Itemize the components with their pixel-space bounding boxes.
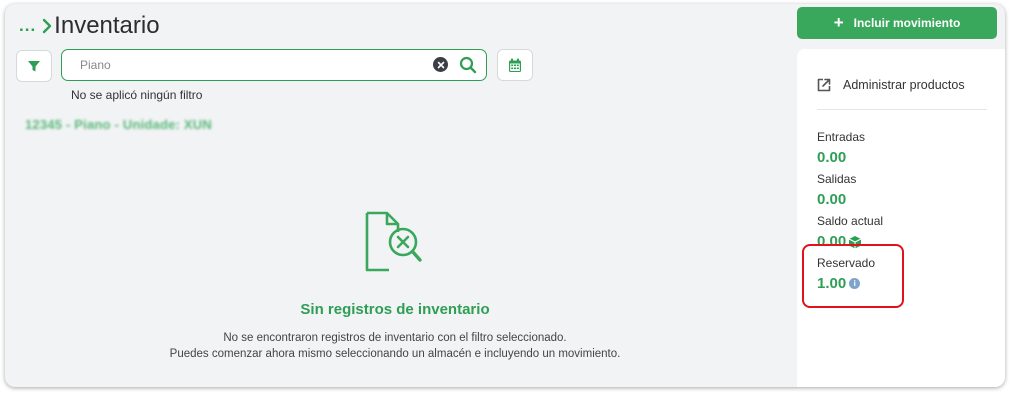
search-icon[interactable] bbox=[458, 55, 478, 75]
clear-icon[interactable] bbox=[433, 57, 448, 72]
reservado-highlight bbox=[802, 244, 904, 308]
filter-button[interactable] bbox=[16, 50, 52, 82]
side-panel: Administrar productos Entradas 0.00 Sali… bbox=[797, 49, 1005, 387]
external-link-icon bbox=[817, 78, 831, 92]
add-movement-button[interactable]: + Incluir movimiento bbox=[797, 7, 997, 39]
divider bbox=[817, 109, 987, 110]
inventory-window: ... Inventario Piano No se aplicó ningún… bbox=[5, 4, 1005, 387]
add-movement-label: Incluir movimiento bbox=[853, 16, 961, 30]
empty-state-description: No se encontraron registros de inventari… bbox=[5, 330, 785, 362]
entradas-value: 0.00 bbox=[817, 149, 847, 166]
salidas-value: 0.00 bbox=[817, 191, 847, 208]
saldo-actual-label: Saldo actual bbox=[817, 214, 884, 228]
entradas-label: Entradas bbox=[817, 130, 866, 144]
manage-products-link[interactable]: Administrar productos bbox=[817, 78, 965, 92]
chevron-right-icon bbox=[42, 18, 52, 34]
calendar-button[interactable] bbox=[497, 49, 533, 81]
no-filter-text: No se aplicó ningún filtro bbox=[71, 88, 203, 102]
search-box bbox=[61, 49, 487, 81]
search-input[interactable] bbox=[80, 56, 410, 74]
page-title: Inventario bbox=[54, 12, 160, 39]
product-line: 12345 - Piano - Unidade: XUN bbox=[25, 117, 212, 132]
calendar-icon bbox=[509, 58, 521, 72]
salidas-label: Salidas bbox=[817, 172, 857, 186]
breadcrumb-ellipsis[interactable]: ... bbox=[19, 16, 36, 36]
empty-state-line2: Puedes comenzar ahora mismo seleccionand… bbox=[169, 348, 621, 360]
filter-icon bbox=[28, 60, 40, 71]
title-row: ... Inventario bbox=[19, 10, 160, 42]
manage-products-label: Administrar productos bbox=[843, 78, 965, 92]
document-search-x-icon bbox=[365, 211, 422, 272]
empty-state-line1: No se encontraron registros de inventari… bbox=[223, 332, 567, 344]
plus-icon: + bbox=[833, 13, 844, 32]
empty-state-title: Sin registros de inventario bbox=[300, 301, 490, 318]
